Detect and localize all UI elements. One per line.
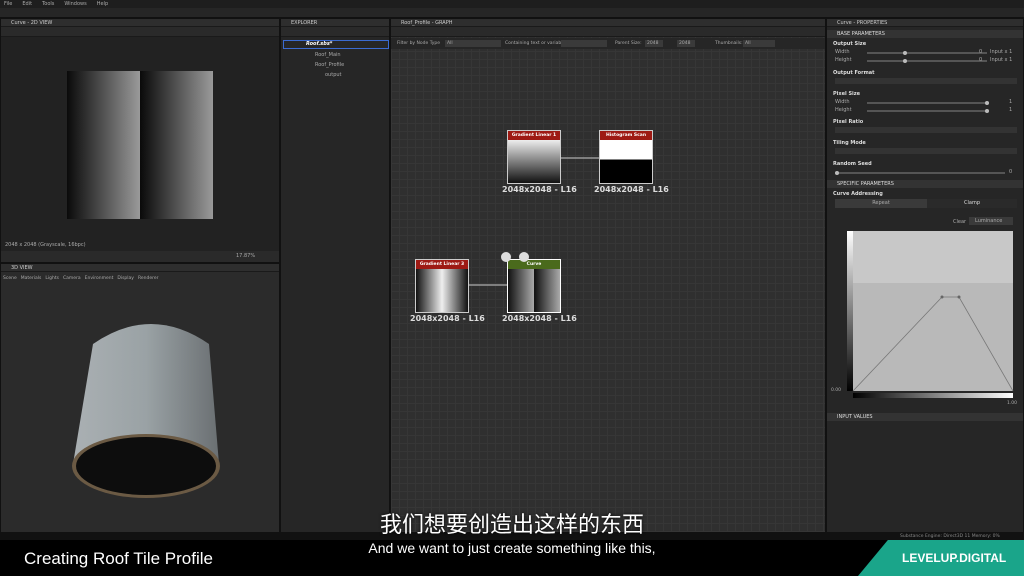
node-title: Gradient Linear 3 xyxy=(416,260,468,269)
pixel-height-label: Height xyxy=(835,107,852,113)
pixel-ratio-select[interactable] xyxy=(835,127,1017,133)
output-format-select[interactable] xyxy=(835,78,1017,84)
pixel-ratio-label: Pixel Ratio xyxy=(833,119,864,125)
curve-x-gradient xyxy=(853,393,1013,398)
height-slider[interactable] xyxy=(867,59,987,63)
menu-display[interactable]: Display xyxy=(117,276,134,281)
node-thumbnail xyxy=(600,140,652,183)
menu-edit[interactable]: Edit xyxy=(22,0,32,8)
tiling-mode-select[interactable] xyxy=(835,148,1017,154)
height-value: 0 xyxy=(979,57,983,63)
luminance-select[interactable]: Luminance xyxy=(969,217,1013,225)
explorer-panel: EXPLORER Roof.sbs* Roof_Main Roof_Profil… xyxy=(280,18,390,533)
menu-windows[interactable]: Windows xyxy=(64,0,86,8)
preview-image xyxy=(67,71,213,219)
menu-scene[interactable]: Scene xyxy=(3,276,17,281)
pixel-height-value: 1 xyxy=(1009,107,1013,113)
view-3d-panel: 3D VIEW Scene Materials Lights Camera En… xyxy=(0,263,280,533)
curve-axis-min: 0.00 xyxy=(831,388,842,393)
repeat-button[interactable]: Repeat xyxy=(835,199,927,208)
node-title: Gradient Linear 1 xyxy=(508,131,560,140)
node-size-label: 2048x2048 - L16 xyxy=(502,185,577,194)
node-size-label: 2048x2048 - L16 xyxy=(594,185,669,194)
width-input-mode[interactable]: Input x 1 xyxy=(990,49,1012,55)
explorer-item-roof-main[interactable]: Roof_Main xyxy=(315,52,341,58)
node-size-label: 2048x2048 - L16 xyxy=(410,314,485,323)
explorer-item-roof-sbs[interactable]: Roof.sbs* xyxy=(283,40,389,49)
curve-addressing-label: Curve Addressing xyxy=(833,191,883,197)
node-gradient-linear-3[interactable]: Gradient Linear 3 xyxy=(415,259,469,313)
random-seed-label: Random Seed xyxy=(833,161,872,167)
graph-panel: Roof_Profile - GRAPH Filter by Node Type… xyxy=(390,18,826,533)
curve-axis-max: 1.00 xyxy=(1007,401,1018,406)
subtitle-chinese: 我们想要创造出这样的东西 xyxy=(379,513,644,538)
zoom-level[interactable]: 17.87% xyxy=(236,253,255,259)
menu-tools[interactable]: Tools xyxy=(42,0,54,8)
random-seed-slider[interactable] xyxy=(835,171,1005,175)
menu-file[interactable]: File xyxy=(4,0,12,8)
menu-renderer[interactable]: Renderer xyxy=(138,276,159,281)
height-label: Height xyxy=(835,57,852,63)
pixel-width-slider[interactable] xyxy=(867,101,989,105)
panel-title: Curve - 2D VIEW xyxy=(1,19,279,27)
node-size-label: 2048x2048 - L16 xyxy=(502,314,577,323)
panel-title: EXPLORER xyxy=(281,19,389,27)
cylinder-render xyxy=(72,324,220,498)
clamp-button[interactable]: Clamp xyxy=(927,199,1017,208)
height-input-mode[interactable]: Input x 1 xyxy=(990,57,1012,63)
view-2d-statusbar: 17.87% xyxy=(1,251,279,262)
node-title: Curve xyxy=(508,260,560,269)
section-specific-parameters[interactable]: SPECIFIC PARAMETERS xyxy=(827,180,1023,188)
explorer-item-roof-profile[interactable]: Roof_Profile xyxy=(315,62,344,68)
explorer-toolbar xyxy=(281,27,389,37)
pixel-width-label: Width xyxy=(835,99,850,105)
menu-lights[interactable]: Lights xyxy=(45,276,59,281)
pixel-height-slider[interactable] xyxy=(867,109,989,113)
node-curve[interactable]: Curve xyxy=(507,259,561,313)
menu-environment[interactable]: Environment xyxy=(85,276,114,281)
node-copy-icon[interactable] xyxy=(501,252,511,262)
menu-camera[interactable]: Camera xyxy=(63,276,81,281)
panel-title: Curve - PROPERTIES xyxy=(827,19,1023,27)
node-expand-icon[interactable] xyxy=(519,252,529,262)
view-3d-menu: Scene Materials Lights Camera Environmen… xyxy=(3,276,159,281)
video-title: Creating Roof Tile Profile xyxy=(24,549,213,568)
clear-button[interactable]: Clear xyxy=(953,219,966,225)
output-format-label: Output Format xyxy=(833,70,875,76)
menu-help[interactable]: Help xyxy=(97,0,108,8)
view-2d-panel: Curve - 2D VIEW 2048 x 2048 (Grayscale, … xyxy=(0,18,280,263)
curve-editor[interactable] xyxy=(847,231,1015,395)
node-histogram-scan[interactable]: Histogram Scan xyxy=(599,130,653,184)
tiling-mode-label: Tiling Mode xyxy=(833,140,866,146)
section-base-parameters[interactable]: BASE PARAMETERS xyxy=(827,30,1023,38)
panel-title: 3D VIEW xyxy=(1,264,279,272)
node-title: Histogram Scan xyxy=(600,131,652,140)
output-size-label: Output Size xyxy=(833,41,867,47)
pixel-width-value: 1 xyxy=(1009,99,1013,105)
view-2d-toolbar xyxy=(1,27,279,37)
width-label: Width xyxy=(835,49,850,55)
explorer-item-label: Roof.sbs* xyxy=(306,41,333,47)
section-input-values[interactable]: INPUT VALUES xyxy=(827,413,1023,421)
brand-logo: LEVELUP.DIGITAL xyxy=(902,551,1007,565)
random-seed-value: 0 xyxy=(1009,169,1013,175)
properties-panel: Curve - PROPERTIES BASE PARAMETERS Outpu… xyxy=(826,18,1024,533)
image-info: 2048 x 2048 (Grayscale, 16bpc) xyxy=(5,242,86,248)
main-toolbar xyxy=(0,8,1024,18)
node-thumbnail xyxy=(508,269,560,312)
node-thumbnail xyxy=(416,269,468,312)
node-thumbnail xyxy=(508,140,560,183)
explorer-item-output[interactable]: output xyxy=(325,72,342,78)
menu-materials[interactable]: Materials xyxy=(21,276,42,281)
width-slider[interactable] xyxy=(867,51,987,55)
menu-bar: File Edit Tools Windows Help xyxy=(0,0,1024,8)
node-gradient-linear-1[interactable]: Gradient Linear 1 xyxy=(507,130,561,184)
pixel-size-label: Pixel Size xyxy=(833,91,861,97)
width-value: 0 xyxy=(979,49,983,55)
